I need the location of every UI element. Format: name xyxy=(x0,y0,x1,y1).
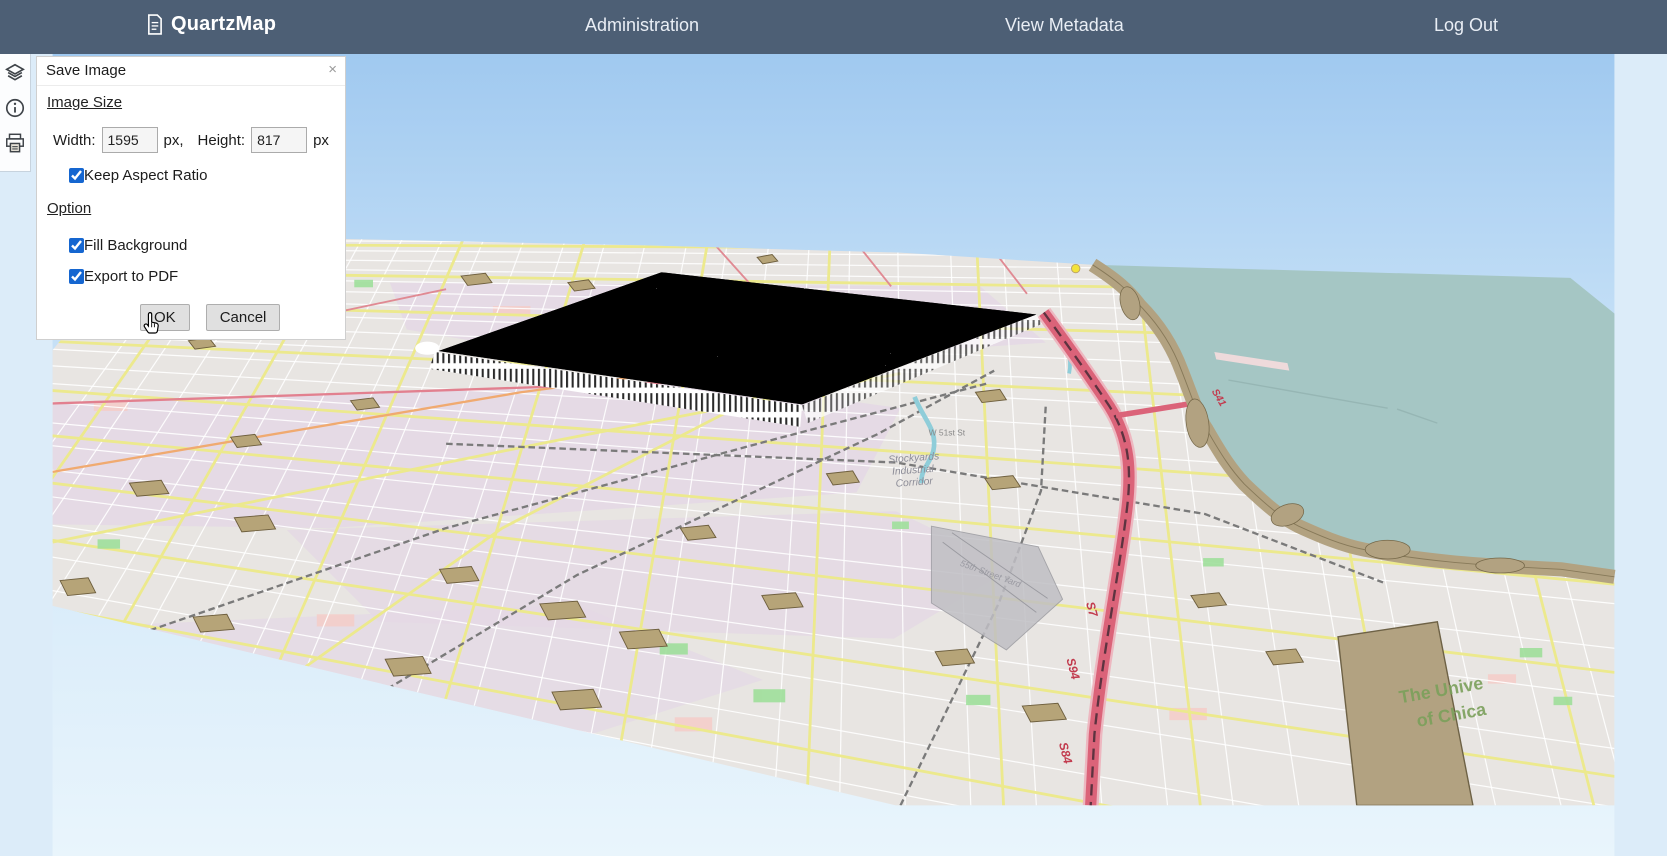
map-marker-dot xyxy=(1071,264,1079,272)
ok-button[interactable]: OK xyxy=(140,304,190,331)
brand[interactable]: QuartzMap xyxy=(146,13,276,36)
navbar: QuartzMap Administration View Metadata L… xyxy=(0,0,1667,54)
app-title: QuartzMap xyxy=(171,13,276,36)
keep-aspect-ratio-checkbox[interactable] xyxy=(69,168,84,183)
close-icon[interactable]: × xyxy=(328,61,337,78)
width-input[interactable] xyxy=(102,127,158,153)
width-label: Width: xyxy=(53,132,96,149)
nav-item-log-out[interactable]: Log Out xyxy=(1434,15,1498,36)
height-input[interactable] xyxy=(251,127,307,153)
dialog-header: Save Image × xyxy=(37,57,345,86)
document-icon xyxy=(146,14,163,35)
info-icon[interactable] xyxy=(4,97,26,119)
fill-background-checkbox[interactable] xyxy=(69,238,84,253)
layers-icon[interactable] xyxy=(4,62,26,84)
cancel-button[interactable]: Cancel xyxy=(206,304,281,331)
print-icon[interactable] xyxy=(4,132,26,154)
fill-background-label: Fill Background xyxy=(84,237,187,254)
save-image-dialog: Save Image × Image Size Width: px, Heigh… xyxy=(36,56,346,340)
section-image-size: Image Size xyxy=(47,94,122,111)
height-unit: px xyxy=(313,132,329,149)
application-window: Stockyards Industrial Corridor The Unive… xyxy=(0,0,1667,856)
height-label: Height: xyxy=(198,132,246,149)
nav-item-administration[interactable]: Administration xyxy=(585,15,699,36)
section-option: Option xyxy=(47,200,91,217)
map-toolbar xyxy=(0,54,31,172)
export-to-pdf-checkbox[interactable] xyxy=(69,269,84,284)
export-to-pdf-label: Export to PDF xyxy=(84,268,178,285)
nav-item-view-metadata[interactable]: View Metadata xyxy=(1005,15,1124,36)
map-label-street: W 51st St xyxy=(929,427,966,437)
dialog-title: Save Image xyxy=(46,62,126,79)
keep-aspect-ratio-label: Keep Aspect Ratio xyxy=(84,167,207,184)
width-unit: px, xyxy=(164,132,184,149)
